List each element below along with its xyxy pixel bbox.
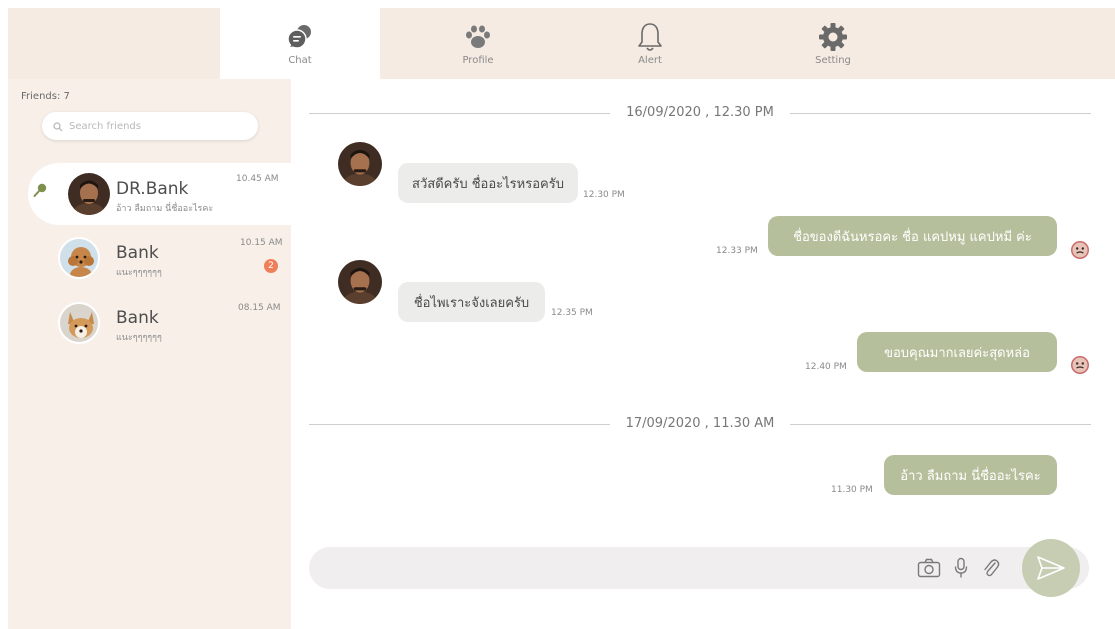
- message-bubble-outgoing: อ้าว ลืมถาม นี่ชื่ออะไรคะ: [884, 455, 1057, 495]
- friend-time: 10.15 AM: [240, 238, 283, 248]
- friend-name: Bank: [116, 308, 159, 328]
- send-button[interactable]: [1022, 539, 1080, 597]
- friend-item-bank-corgi[interactable]: Bank แนะๆๆๆๆๆๆ 08.15 AM: [8, 292, 291, 354]
- message-input[interactable]: [329, 558, 889, 572]
- top-nav-bar: Chat Profile Alert Setting: [8, 8, 1115, 79]
- gear-icon: [818, 21, 848, 53]
- paperclip-icon[interactable]: [982, 557, 1000, 579]
- date-divider: 17/09/2020 , 11.30 AM: [309, 416, 1091, 432]
- my-emoji-avatar-icon: [1071, 241, 1089, 259]
- search-box[interactable]: [42, 112, 258, 140]
- contact-avatar: [338, 142, 382, 186]
- search-icon: [53, 117, 63, 136]
- friend-avatar-corgi: [58, 302, 100, 344]
- friends-sidebar: Friends: 7 DR.Bank อ: [8, 79, 291, 629]
- friend-preview: อ้าว ลืมถาม นี่ชื่ออะไรคะ: [116, 204, 214, 214]
- friend-time: 08.15 AM: [238, 303, 281, 313]
- my-emoji-avatar-icon: [1071, 356, 1089, 374]
- tab-alert-label: Alert: [638, 55, 662, 66]
- friend-name: Bank: [116, 243, 159, 263]
- pin-icon: [33, 183, 47, 203]
- tab-setting[interactable]: Setting: [753, 8, 913, 79]
- message-time: 12.35 PM: [551, 308, 593, 318]
- tab-chat[interactable]: Chat: [220, 8, 380, 79]
- bell-icon: [637, 21, 663, 53]
- paw-icon: [463, 21, 493, 53]
- search-input[interactable]: [69, 120, 239, 132]
- chat-bubbles-icon: [285, 21, 315, 53]
- tab-profile[interactable]: Profile: [398, 8, 558, 79]
- message-time: 12.40 PM: [805, 362, 847, 372]
- message-time: 11.30 PM: [831, 485, 873, 495]
- message-bubble-incoming: สวัสดีครับ ชื่ออะไรหรอครับ: [398, 163, 578, 203]
- message-composer[interactable]: [309, 547, 1089, 589]
- friend-preview: แนะๆๆๆๆๆๆ: [116, 268, 162, 278]
- message-time: 12.30 PM: [583, 190, 625, 200]
- friend-item-bank-poodle[interactable]: Bank แนะๆๆๆๆๆๆ 10.15 AM 2: [8, 227, 291, 289]
- microphone-icon[interactable]: [954, 557, 968, 579]
- tab-profile-label: Profile: [462, 55, 494, 66]
- message-bubble-outgoing: ชื่อของดีฉันหรอคะ ชื่อ แคปหมู แคปหมี ค่ะ: [768, 216, 1057, 256]
- send-icon: [1037, 556, 1065, 580]
- friend-avatar-man: [68, 173, 110, 215]
- date-divider: 16/09/2020 , 12.30 PM: [309, 105, 1091, 121]
- tab-chat-label: Chat: [288, 55, 312, 66]
- friends-count: Friends: 7: [21, 91, 70, 102]
- message-bubble-outgoing: ขอบคุณมากเลยค่ะสุดหล่อ: [857, 332, 1057, 372]
- contact-avatar: [338, 260, 382, 304]
- message-time: 12.33 PM: [716, 246, 758, 256]
- friend-preview: แนะๆๆๆๆๆๆ: [116, 333, 162, 343]
- message-bubble-incoming: ชื่อไพเราะจังเลยครับ: [398, 282, 545, 322]
- tab-setting-label: Setting: [815, 55, 851, 66]
- friend-time: 10.45 AM: [236, 174, 279, 184]
- chat-panel: 16/09/2020 , 12.30 PM สวัสดีครับ ชื่ออะไ…: [291, 79, 1115, 629]
- friend-name: DR.Bank: [116, 179, 189, 199]
- date-divider-label: 17/09/2020 , 11.30 AM: [609, 416, 791, 431]
- friend-avatar-poodle: [58, 237, 100, 279]
- tab-alert[interactable]: Alert: [570, 8, 730, 79]
- friend-item-dr-bank[interactable]: DR.Bank อ้าว ลืมถาม นี่ชื่ออะไรคะ 10.45 …: [28, 163, 291, 225]
- date-divider-label: 16/09/2020 , 12.30 PM: [610, 105, 790, 120]
- unread-badge: 2: [264, 259, 278, 273]
- camera-icon[interactable]: [917, 557, 941, 579]
